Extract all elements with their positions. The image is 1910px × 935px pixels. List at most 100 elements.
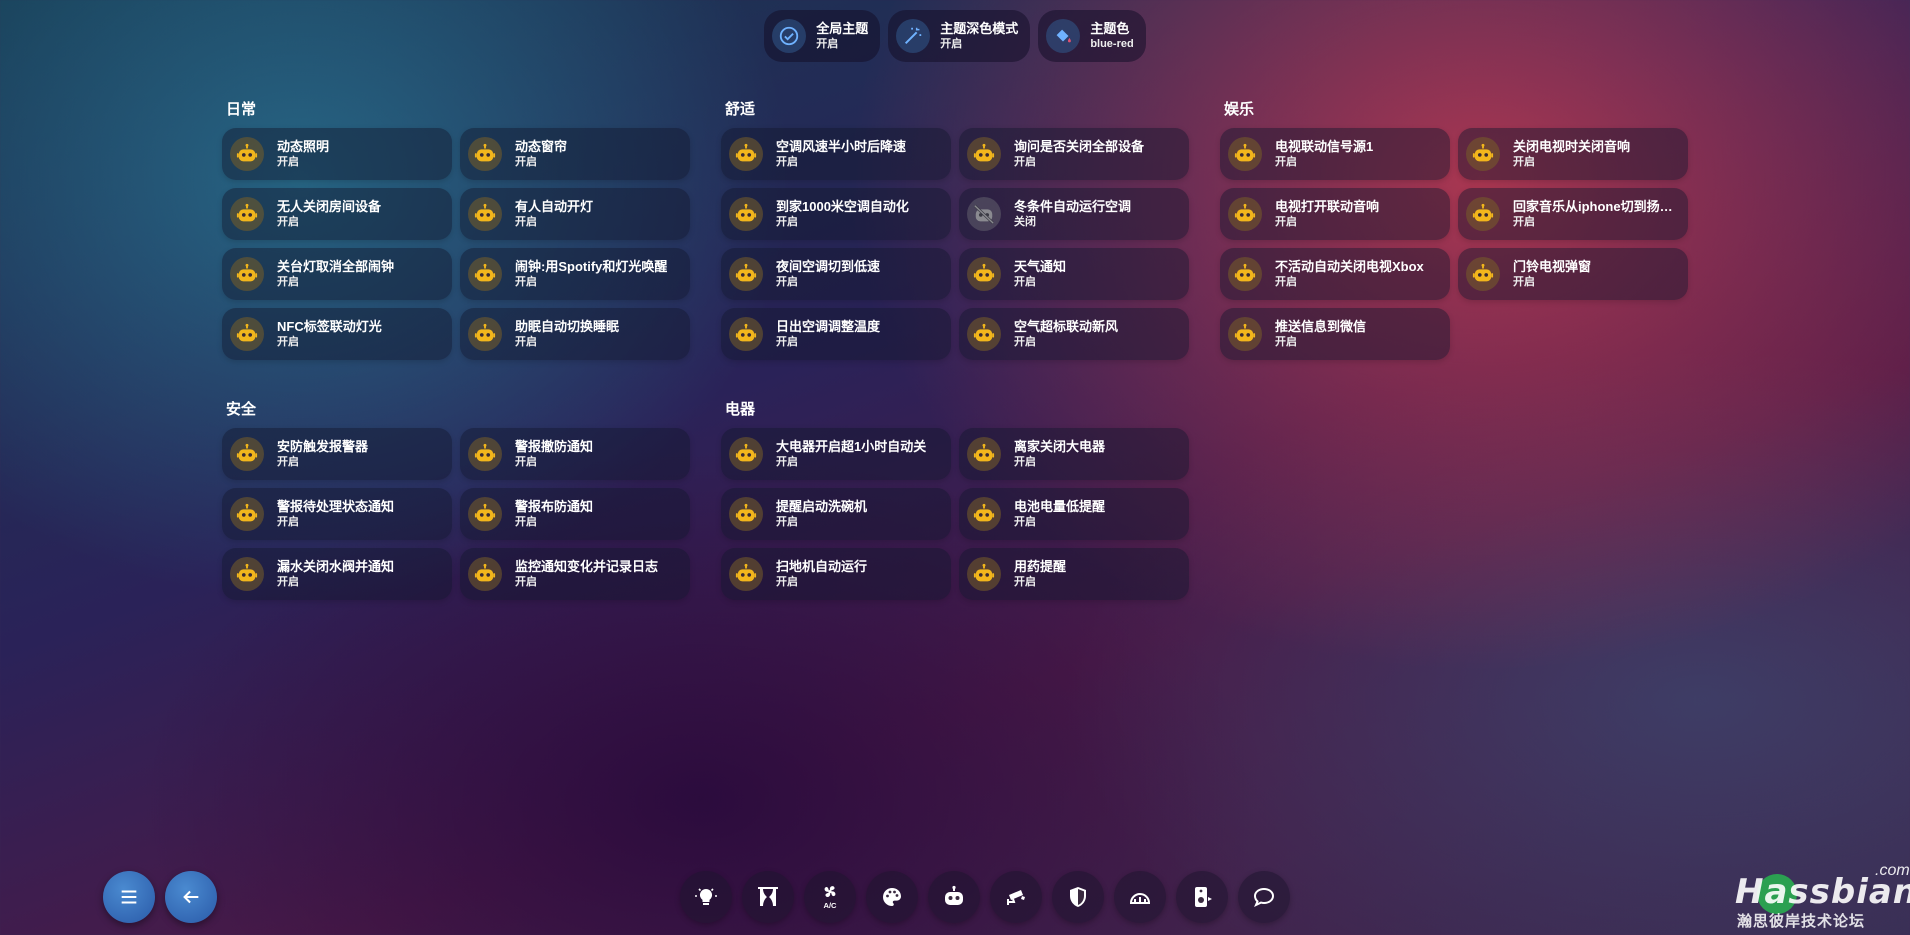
automation-name: 空气超标联动新风 — [1014, 318, 1119, 334]
automation-text: 推送信息到微信 开启 — [1275, 319, 1366, 350]
automation-state: 开启 — [1014, 515, 1036, 528]
automation-name: 不活动自动关闭电视Xbox — [1275, 258, 1424, 274]
automation-card[interactable]: 动态照明 开启 — [222, 128, 452, 180]
automation-text: 扫地机自动运行 开启 — [776, 559, 867, 590]
automation-card[interactable]: 门铃电视弹窗 开启 — [1458, 248, 1688, 300]
automation-card[interactable]: 警报待处理状态通知 开启 — [222, 488, 452, 540]
automation-text: 用药提醒 开启 — [1014, 559, 1066, 590]
automation-text: 电视打开联动音响 开启 — [1275, 199, 1379, 230]
automation-card[interactable]: 无人关闭房间设备 开启 — [222, 188, 452, 240]
chip-state: blue-red — [1090, 38, 1134, 50]
robot-icon — [468, 197, 502, 231]
chip-name: 主题深色模式 — [940, 21, 1019, 36]
section-appliances: 电器 大电器开启超1小时自动关 开启 离家关闭大电器 开启 提醒启动洗碗机 开启 电池… — [721, 398, 1189, 600]
watermark: Hassbian .com 瀚思彼岸技术论坛 — [1735, 862, 1910, 932]
svg-text:A/C: A/C — [823, 901, 837, 910]
section-title: 娱乐 — [1224, 101, 1255, 118]
automation-state: 开启 — [1014, 455, 1036, 468]
automation-card[interactable]: 空气超标联动新风 开启 — [959, 308, 1189, 360]
robot-icon — [468, 557, 502, 591]
automation-card[interactable]: 电视打开联动音响 开启 — [1220, 188, 1450, 240]
automation-card[interactable]: 警报布防通知 开启 — [460, 488, 690, 540]
automation-text: 监控通知变化并记录日志 开启 — [515, 559, 658, 590]
automation-name: 推送信息到微信 — [1275, 318, 1367, 334]
robot-icon — [945, 885, 963, 905]
automation-card[interactable]: 日出空调调整温度 开启 — [721, 308, 951, 360]
robot-icon — [729, 137, 763, 171]
nav-lighting[interactable] — [680, 871, 732, 923]
nav-messages[interactable] — [1238, 871, 1290, 923]
automation-card[interactable]: 冬条件自动运行空调 关闭 — [959, 188, 1189, 240]
automation-name: 电视联动信号源1 — [1275, 138, 1374, 154]
automation-card[interactable]: 关闭电视时关闭音响 开启 — [1458, 128, 1688, 180]
automation-state: 开启 — [1014, 335, 1036, 348]
nav-automation[interactable] — [928, 871, 980, 923]
automation-card[interactable]: 电视联动信号源1 开启 — [1220, 128, 1450, 180]
section-comfort: 舒适 空调风速半小时后降速 开启 询问是否关闭全部设备 开启 到家1000米空调自动… — [721, 98, 1189, 360]
automation-card[interactable]: 安防触发报警器 开启 — [222, 428, 452, 480]
robot-icon — [230, 497, 264, 531]
nav-media[interactable] — [1176, 871, 1228, 923]
automation-card[interactable]: 警报撤防通知 开启 — [460, 428, 690, 480]
automation-card[interactable]: 扫地机自动运行 开启 — [721, 548, 951, 600]
automation-state: 开启 — [515, 275, 537, 288]
nav-air-conditioner[interactable]: A/C — [804, 871, 856, 923]
nav-camera[interactable] — [990, 871, 1042, 923]
automation-name: 动态窗帘 — [515, 138, 568, 154]
nav-theme[interactable] — [866, 871, 918, 923]
robot-icon — [967, 257, 1001, 291]
section-title: 电器 — [725, 401, 756, 418]
robot-icon — [729, 497, 763, 531]
robot-icon — [230, 257, 264, 291]
nav-security[interactable] — [1052, 871, 1104, 923]
section-title: 舒适 — [725, 101, 756, 118]
automation-card[interactable]: 夜间空调切到低速 开启 — [721, 248, 951, 300]
robot-icon — [1466, 257, 1500, 291]
automation-card[interactable]: 漏水关闭水阀并通知 开启 — [222, 548, 452, 600]
robot-icon — [468, 137, 502, 171]
nav-curtains[interactable] — [742, 871, 794, 923]
chip-dark-mode[interactable]: 主题深色模式 开启 — [888, 10, 1031, 62]
robot-icon — [1466, 197, 1500, 231]
back-button[interactable] — [165, 871, 217, 923]
automation-text: 警报布防通知 开启 — [515, 499, 593, 530]
automation-card[interactable]: 动态窗帘 开启 — [460, 128, 690, 180]
automation-state: 开启 — [776, 275, 798, 288]
automation-text: 漏水关闭水阀并通知 开启 — [277, 559, 394, 590]
chip-global-theme[interactable]: 全局主题 开启 — [764, 10, 881, 62]
automation-card[interactable]: 提醒启动洗碗机 开启 — [721, 488, 951, 540]
automation-name: 漏水关闭水阀并通知 — [277, 558, 395, 574]
nav-appliances[interactable] — [1114, 871, 1166, 923]
automation-card[interactable]: 闹钟:用Spotify和灯光唤醒 开启 — [460, 248, 690, 300]
automation-card[interactable]: 不活动自动关闭电视Xbox 开启 — [1220, 248, 1450, 300]
automation-card[interactable]: 有人自动开灯 开启 — [460, 188, 690, 240]
automation-text: 助眠自动切换睡眠 开启 — [515, 319, 619, 350]
robot-icon — [230, 197, 264, 231]
automation-card[interactable]: 电池电量低提醒 开启 — [959, 488, 1189, 540]
automation-card[interactable]: 推送信息到微信 开启 — [1220, 308, 1450, 360]
automation-grid: 空调风速半小时后降速 开启 询问是否关闭全部设备 开启 到家1000米空调自动化 开启… — [721, 128, 1189, 360]
automation-text: 提醒启动洗碗机 开启 — [776, 499, 867, 530]
robot-icon — [230, 557, 264, 591]
automation-card[interactable]: 离家关闭大电器 开启 — [959, 428, 1189, 480]
automation-card[interactable]: 助眠自动切换睡眠 开启 — [460, 308, 690, 360]
automation-state: 开启 — [277, 155, 299, 168]
chip-theme-color[interactable]: 主题色 blue-red — [1038, 10, 1146, 62]
automation-card[interactable]: 到家1000米空调自动化 开启 — [721, 188, 951, 240]
automation-state: 开启 — [1275, 155, 1297, 168]
automation-name: 助眠自动切换睡眠 — [515, 318, 620, 334]
menu-button[interactable] — [103, 871, 155, 923]
automation-card[interactable]: 空调风速半小时后降速 开启 — [721, 128, 951, 180]
robot-icon — [230, 317, 264, 351]
automation-card[interactable]: 询问是否关闭全部设备 开启 — [959, 128, 1189, 180]
automation-card[interactable]: 关台灯取消全部闹钟 开启 — [222, 248, 452, 300]
automation-card[interactable]: 回家音乐从iphone切到扬音... 开启 — [1458, 188, 1688, 240]
automation-card[interactable]: 天气通知 开启 — [959, 248, 1189, 300]
robot-icon — [729, 557, 763, 591]
automation-card[interactable]: NFC标签联动灯光 开启 — [222, 308, 452, 360]
automation-card[interactable]: 用药提醒 开启 — [959, 548, 1189, 600]
automation-card[interactable]: 大电器开启超1小时自动关 开启 — [721, 428, 951, 480]
automation-card[interactable]: 监控通知变化并记录日志 开启 — [460, 548, 690, 600]
automation-name: NFC标签联动灯光 — [277, 318, 382, 334]
automation-name: 警报待处理状态通知 — [277, 498, 395, 514]
